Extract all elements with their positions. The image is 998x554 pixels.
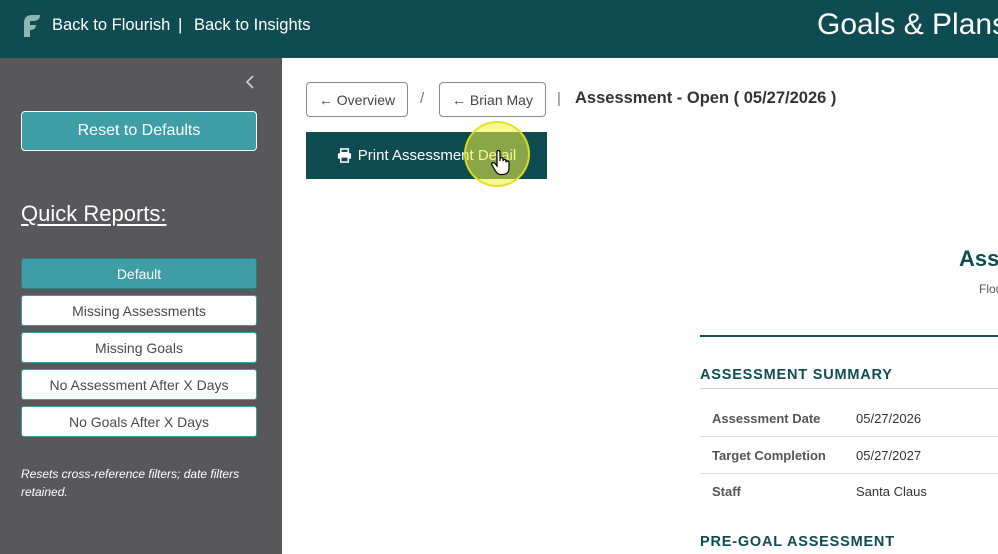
flourish-logo-icon[interactable] — [20, 13, 42, 37]
back-to-flourish-link[interactable]: Back to Flourish — [52, 16, 170, 35]
quick-report-missing-assessments[interactable]: Missing Assessments — [21, 295, 257, 326]
section-divider — [700, 388, 998, 389]
quick-reports-title: Quick Reports: — [21, 201, 167, 226]
quick-report-no-goals-after-x-days[interactable]: No Goals After X Days — [21, 406, 257, 437]
summary-value: 05/27/2027 — [856, 448, 922, 463]
student-back-button[interactable]: ← Brian May — [439, 82, 546, 117]
app-title: Goals & Plans — [817, 8, 998, 41]
summary-label: Assessment Date — [712, 411, 821, 426]
summary-row-target-completion: Target Completion 05/27/2027 — [700, 437, 998, 474]
quick-report-default[interactable]: Default — [21, 258, 257, 289]
breadcrumb-pipe: | — [557, 90, 561, 107]
printer-icon — [337, 148, 351, 163]
sidebar: Reset to Defaults Quick Reports: Default… — [0, 58, 282, 554]
quick-report-no-assessment-after-x-days[interactable]: No Assessment After X Days — [21, 369, 257, 400]
assessment-summary-heading: ASSESSMENT SUMMARY — [700, 367, 893, 383]
breadcrumb-slash: / — [420, 90, 425, 107]
summary-value: Santa Claus — [856, 484, 927, 499]
document-subtitle: Flou — [979, 282, 998, 296]
document-title: Ass — [959, 246, 998, 271]
document-divider — [700, 335, 998, 337]
summary-value: 05/27/2026 — [856, 411, 922, 426]
print-button-label: Print Assessment Detail — [357, 147, 517, 164]
top-bar: Back to Flourish | Back to Insights Goal… — [0, 0, 998, 58]
summary-label: Staff — [712, 484, 741, 499]
print-assessment-detail-button[interactable]: Print Assessment Detail — [306, 132, 547, 179]
nav-separator: | — [178, 15, 183, 34]
quick-report-missing-goals[interactable]: Missing Goals — [21, 332, 257, 363]
summary-row-assessment-date: Assessment Date 05/27/2026 — [700, 400, 998, 437]
assessment-title: Assessment - Open ( 05/27/2026 ) — [575, 89, 837, 107]
summary-row-staff: Staff Santa Claus — [700, 473, 998, 510]
overview-button[interactable]: ← Overview — [306, 82, 408, 117]
summary-label: Target Completion — [712, 448, 826, 463]
sidebar-note: Resets cross-reference filters; date fil… — [21, 467, 240, 499]
back-to-insights-link[interactable]: Back to Insights — [194, 16, 310, 35]
pre-goal-assessment-heading: PRE-GOAL ASSESSMENT — [700, 534, 895, 550]
chevron-left-icon[interactable] — [243, 73, 257, 91]
reset-to-defaults-button[interactable]: Reset to Defaults — [21, 111, 257, 151]
